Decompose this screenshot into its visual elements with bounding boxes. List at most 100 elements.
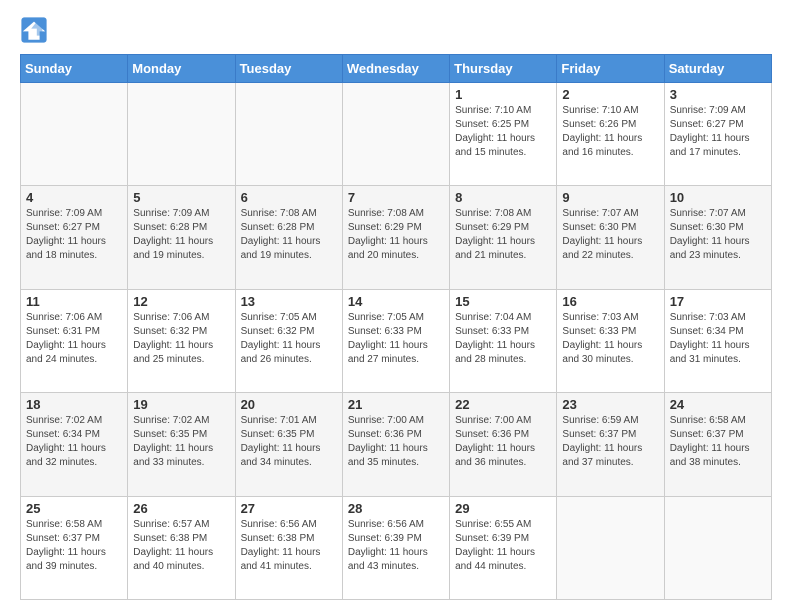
day-info: Sunrise: 6:56 AM Sunset: 6:39 PM Dayligh… xyxy=(348,518,444,574)
calendar-cell: 20 Sunrise: 7:01 AM Sunset: 6:35 PM Dayli… xyxy=(235,393,342,496)
calendar-cell: 13 Sunrise: 7:05 AM Sunset: 6:32 PM Dayli… xyxy=(235,289,342,392)
weekday-header-wednesday: Wednesday xyxy=(342,55,449,83)
week-row-2: 4 Sunrise: 7:09 AM Sunset: 6:27 PM Daylig… xyxy=(21,186,772,289)
calendar-cell: 12 Sunrise: 7:06 AM Sunset: 6:32 PM Dayli… xyxy=(128,289,235,392)
day-number: 23 xyxy=(562,397,658,412)
day-number: 18 xyxy=(26,397,122,412)
calendar-table: SundayMondayTuesdayWednesdayThursdayFrid… xyxy=(20,54,772,600)
day-info: Sunrise: 7:06 AM Sunset: 6:31 PM Dayligh… xyxy=(26,311,122,367)
calendar-cell xyxy=(128,83,235,186)
day-number: 13 xyxy=(241,294,337,309)
day-number: 17 xyxy=(670,294,766,309)
day-number: 8 xyxy=(455,190,551,205)
calendar-cell: 5Sunrise: 7:09 AM Sunset: 6:28 PM Daylig… xyxy=(128,186,235,289)
calendar-cell: 23 Sunrise: 6:59 AM Sunset: 6:37 PM Dayli… xyxy=(557,393,664,496)
logo-icon xyxy=(20,16,48,44)
day-info: Sunrise: 6:55 AM Sunset: 6:39 PM Dayligh… xyxy=(455,518,551,574)
page: SundayMondayTuesdayWednesdayThursdayFrid… xyxy=(0,0,792,612)
day-info: Sunrise: 7:07 AM Sunset: 6:30 PM Dayligh… xyxy=(562,207,658,263)
day-number: 25 xyxy=(26,501,122,516)
day-info: Sunrise: 7:03 AM Sunset: 6:34 PM Dayligh… xyxy=(670,311,766,367)
day-number: 4 xyxy=(26,190,122,205)
weekday-header-saturday: Saturday xyxy=(664,55,771,83)
calendar-cell: 2Sunrise: 7:10 AM Sunset: 6:26 PM Daylig… xyxy=(557,83,664,186)
calendar-cell: 28 Sunrise: 6:56 AM Sunset: 6:39 PM Dayli… xyxy=(342,496,449,599)
day-number: 24 xyxy=(670,397,766,412)
day-number: 3 xyxy=(670,87,766,102)
day-info: Sunrise: 7:07 AM Sunset: 6:30 PM Dayligh… xyxy=(670,207,766,263)
calendar-cell: 1 Sunrise: 7:10 AM Sunset: 6:25 PM Daylig… xyxy=(450,83,557,186)
day-number: 27 xyxy=(241,501,337,516)
day-number: 22 xyxy=(455,397,551,412)
calendar-cell: 18Sunrise: 7:02 AM Sunset: 6:34 PM Dayli… xyxy=(21,393,128,496)
calendar-cell: 25 Sunrise: 6:58 AM Sunset: 6:37 PM Dayli… xyxy=(21,496,128,599)
day-number: 19 xyxy=(133,397,229,412)
calendar-cell: 27 Sunrise: 6:56 AM Sunset: 6:38 PM Dayli… xyxy=(235,496,342,599)
calendar-cell xyxy=(21,83,128,186)
calendar-cell: 16 Sunrise: 7:03 AM Sunset: 6:33 PM Dayli… xyxy=(557,289,664,392)
day-info: Sunrise: 7:08 AM Sunset: 6:29 PM Dayligh… xyxy=(348,207,444,263)
calendar-cell: 14 Sunrise: 7:05 AM Sunset: 6:33 PM Dayli… xyxy=(342,289,449,392)
calendar-cell xyxy=(235,83,342,186)
calendar-cell: 8Sunrise: 7:08 AM Sunset: 6:29 PM Daylig… xyxy=(450,186,557,289)
day-number: 29 xyxy=(455,501,551,516)
day-number: 6 xyxy=(241,190,337,205)
calendar-cell: 7Sunrise: 7:08 AM Sunset: 6:29 PM Daylig… xyxy=(342,186,449,289)
day-info: Sunrise: 7:09 AM Sunset: 6:27 PM Dayligh… xyxy=(26,207,122,263)
calendar-cell: 6Sunrise: 7:08 AM Sunset: 6:28 PM Daylig… xyxy=(235,186,342,289)
calendar-cell: 17 Sunrise: 7:03 AM Sunset: 6:34 PM Dayli… xyxy=(664,289,771,392)
day-number: 1 xyxy=(455,87,551,102)
day-info: Sunrise: 7:00 AM Sunset: 6:36 PM Dayligh… xyxy=(455,414,551,470)
calendar-cell xyxy=(664,496,771,599)
calendar-cell xyxy=(557,496,664,599)
day-number: 28 xyxy=(348,501,444,516)
day-number: 21 xyxy=(348,397,444,412)
day-info: Sunrise: 6:58 AM Sunset: 6:37 PM Dayligh… xyxy=(670,414,766,470)
calendar-cell: 24 Sunrise: 6:58 AM Sunset: 6:37 PM Dayli… xyxy=(664,393,771,496)
day-number: 12 xyxy=(133,294,229,309)
day-info: Sunrise: 7:06 AM Sunset: 6:32 PM Dayligh… xyxy=(133,311,229,367)
day-info: Sunrise: 6:58 AM Sunset: 6:37 PM Dayligh… xyxy=(26,518,122,574)
day-number: 11 xyxy=(26,294,122,309)
day-info: Sunrise: 6:56 AM Sunset: 6:38 PM Dayligh… xyxy=(241,518,337,574)
calendar-cell: 11 Sunrise: 7:06 AM Sunset: 6:31 PM Dayli… xyxy=(21,289,128,392)
calendar-cell: 15Sunrise: 7:04 AM Sunset: 6:33 PM Dayli… xyxy=(450,289,557,392)
day-number: 26 xyxy=(133,501,229,516)
weekday-header-monday: Monday xyxy=(128,55,235,83)
day-info: Sunrise: 6:59 AM Sunset: 6:37 PM Dayligh… xyxy=(562,414,658,470)
day-info: Sunrise: 7:10 AM Sunset: 6:26 PM Dayligh… xyxy=(562,104,658,160)
day-number: 5 xyxy=(133,190,229,205)
day-info: Sunrise: 7:04 AM Sunset: 6:33 PM Dayligh… xyxy=(455,311,551,367)
calendar-cell: 3 Sunrise: 7:09 AM Sunset: 6:27 PM Daylig… xyxy=(664,83,771,186)
weekday-header-sunday: Sunday xyxy=(21,55,128,83)
calendar-cell: 4 Sunrise: 7:09 AM Sunset: 6:27 PM Daylig… xyxy=(21,186,128,289)
day-info: Sunrise: 7:05 AM Sunset: 6:32 PM Dayligh… xyxy=(241,311,337,367)
day-info: Sunrise: 7:03 AM Sunset: 6:33 PM Dayligh… xyxy=(562,311,658,367)
day-info: Sunrise: 7:00 AM Sunset: 6:36 PM Dayligh… xyxy=(348,414,444,470)
header xyxy=(20,16,772,44)
week-row-1: 1 Sunrise: 7:10 AM Sunset: 6:25 PM Daylig… xyxy=(21,83,772,186)
calendar-cell: 22 Sunrise: 7:00 AM Sunset: 6:36 PM Dayli… xyxy=(450,393,557,496)
day-info: Sunrise: 6:57 AM Sunset: 6:38 PM Dayligh… xyxy=(133,518,229,574)
day-info: Sunrise: 7:01 AM Sunset: 6:35 PM Dayligh… xyxy=(241,414,337,470)
day-number: 16 xyxy=(562,294,658,309)
week-row-3: 11 Sunrise: 7:06 AM Sunset: 6:31 PM Dayli… xyxy=(21,289,772,392)
calendar-cell: 10 Sunrise: 7:07 AM Sunset: 6:30 PM Dayli… xyxy=(664,186,771,289)
day-info: Sunrise: 7:02 AM Sunset: 6:35 PM Dayligh… xyxy=(133,414,229,470)
day-info: Sunrise: 7:10 AM Sunset: 6:25 PM Dayligh… xyxy=(455,104,551,160)
calendar-cell: 26 Sunrise: 6:57 AM Sunset: 6:38 PM Dayli… xyxy=(128,496,235,599)
day-number: 14 xyxy=(348,294,444,309)
calendar-cell: 29 Sunrise: 6:55 AM Sunset: 6:39 PM Dayli… xyxy=(450,496,557,599)
calendar-cell: 9 Sunrise: 7:07 AM Sunset: 6:30 PM Daylig… xyxy=(557,186,664,289)
week-row-4: 18Sunrise: 7:02 AM Sunset: 6:34 PM Dayli… xyxy=(21,393,772,496)
week-row-5: 25 Sunrise: 6:58 AM Sunset: 6:37 PM Dayli… xyxy=(21,496,772,599)
day-info: Sunrise: 7:05 AM Sunset: 6:33 PM Dayligh… xyxy=(348,311,444,367)
day-info: Sunrise: 7:09 AM Sunset: 6:27 PM Dayligh… xyxy=(670,104,766,160)
day-number: 10 xyxy=(670,190,766,205)
day-number: 20 xyxy=(241,397,337,412)
logo xyxy=(20,16,52,44)
calendar-cell: 19 Sunrise: 7:02 AM Sunset: 6:35 PM Dayli… xyxy=(128,393,235,496)
day-number: 9 xyxy=(562,190,658,205)
weekday-header-friday: Friday xyxy=(557,55,664,83)
weekday-header-thursday: Thursday xyxy=(450,55,557,83)
